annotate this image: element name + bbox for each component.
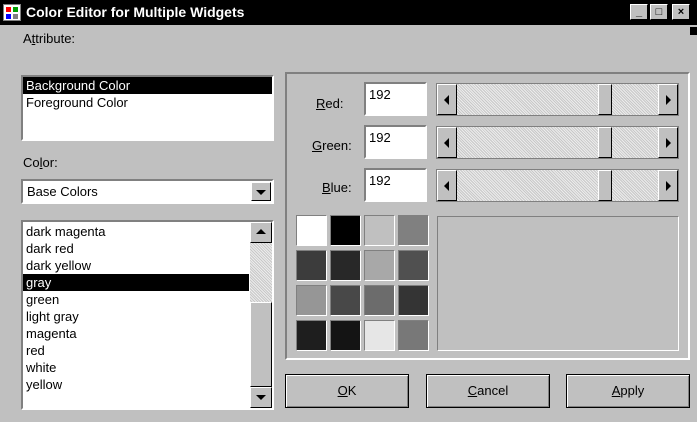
- color-swatch[interactable]: [364, 285, 395, 316]
- color-swatch[interactable]: [398, 250, 429, 281]
- green-slider-right-button[interactable]: [658, 127, 678, 158]
- list-item[interactable]: dark magenta: [23, 223, 249, 240]
- color-label: Color:: [23, 155, 58, 170]
- list-item[interactable]: magenta: [23, 325, 249, 342]
- color-swatch[interactable]: [296, 320, 327, 351]
- scroll-thumb[interactable]: [250, 302, 272, 387]
- arrow-left-icon: [444, 95, 449, 105]
- color-set-dropdown[interactable]: Base Colors: [21, 179, 274, 204]
- arrow-left-icon: [444, 181, 449, 191]
- blue-label: Blue:: [322, 180, 352, 195]
- list-item[interactable]: Foreground Color: [23, 94, 272, 111]
- blue-value: 192: [369, 173, 391, 188]
- blue-slider-left-button[interactable]: [437, 170, 457, 201]
- close-button[interactable]: ×: [672, 4, 690, 20]
- color-list-scrollbar[interactable]: [250, 222, 272, 408]
- dropdown-value: Base Colors: [27, 184, 98, 199]
- green-label: Green:: [312, 138, 352, 153]
- red-input[interactable]: 192: [364, 82, 427, 116]
- list-item[interactable]: gray: [23, 274, 249, 291]
- green-value: 192: [369, 130, 391, 145]
- color-swatch[interactable]: [330, 250, 361, 281]
- red-slider-left-button[interactable]: [437, 84, 457, 115]
- cancel-button[interactable]: Cancel: [426, 374, 550, 408]
- dropdown-button[interactable]: [251, 182, 271, 201]
- color-swatch[interactable]: [364, 215, 395, 246]
- list-item[interactable]: light gray: [23, 308, 249, 325]
- apply-button[interactable]: Apply: [566, 374, 690, 408]
- green-slider-left-button[interactable]: [437, 127, 457, 158]
- scroll-down-button[interactable]: [250, 387, 272, 408]
- blue-input[interactable]: 192: [364, 168, 427, 202]
- color-swatch[interactable]: [364, 250, 395, 281]
- color-swatch[interactable]: [330, 215, 361, 246]
- list-item[interactable]: dark yellow: [23, 257, 249, 274]
- color-swatch[interactable]: [330, 320, 361, 351]
- list-item[interactable]: yellow: [23, 376, 249, 393]
- blue-slider-thumb[interactable]: [598, 170, 612, 201]
- close-icon: ×: [677, 6, 685, 18]
- list-item[interactable]: red: [23, 342, 249, 359]
- green-slider-thumb[interactable]: [598, 127, 612, 158]
- list-item[interactable]: white: [23, 359, 249, 376]
- color-swatch[interactable]: [296, 215, 327, 246]
- arrow-right-icon: [666, 138, 671, 148]
- arrow-left-icon: [444, 138, 449, 148]
- maximize-button[interactable]: □: [650, 4, 668, 20]
- color-swatch[interactable]: [398, 320, 429, 351]
- arrow-down-icon: [256, 395, 266, 400]
- color-swatch[interactable]: [398, 285, 429, 316]
- resize-grip[interactable]: [690, 27, 697, 35]
- title-bar: Color Editor for Multiple Widgets _ □ ×: [0, 0, 697, 25]
- attribute-label: Attribute:: [23, 31, 76, 46]
- arrow-right-icon: [666, 95, 671, 105]
- maximize-icon: □: [655, 6, 663, 18]
- list-item[interactable]: green: [23, 291, 249, 308]
- arrow-up-icon: [256, 229, 266, 234]
- color-swatch[interactable]: [296, 250, 327, 281]
- red-value: 192: [369, 87, 391, 102]
- color-swatch[interactable]: [330, 285, 361, 316]
- red-slider[interactable]: [436, 83, 679, 116]
- minimize-button[interactable]: _: [630, 4, 648, 20]
- blue-slider-right-button[interactable]: [658, 170, 678, 201]
- blue-slider[interactable]: [436, 169, 679, 202]
- color-swatch[interactable]: [296, 285, 327, 316]
- green-input[interactable]: 192: [364, 125, 427, 159]
- chevron-down-icon: [256, 190, 266, 195]
- window-title: Color Editor for Multiple Widgets: [26, 4, 245, 20]
- minimize-icon: _: [635, 6, 643, 18]
- scroll-up-button[interactable]: [250, 222, 272, 243]
- color-list-items: dark magenta dark red dark yellow gray green…: [23, 223, 249, 393]
- red-slider-right-button[interactable]: [658, 84, 678, 115]
- ok-button[interactable]: OK: [285, 374, 409, 408]
- red-slider-thumb[interactable]: [598, 84, 612, 115]
- list-item[interactable]: dark red: [23, 240, 249, 257]
- app-icon[interactable]: [3, 4, 21, 21]
- red-label: Red:: [316, 96, 344, 111]
- color-preview: [437, 216, 679, 351]
- green-slider[interactable]: [436, 126, 679, 159]
- color-list[interactable]: dark magenta dark red dark yellow gray green…: [21, 220, 274, 410]
- attribute-list[interactable]: Background Color Foreground Color: [21, 75, 274, 141]
- swatch-grid: [296, 215, 430, 351]
- color-swatch[interactable]: [398, 215, 429, 246]
- list-item[interactable]: Background Color: [23, 77, 272, 94]
- color-swatch[interactable]: [364, 320, 395, 351]
- arrow-right-icon: [666, 181, 671, 191]
